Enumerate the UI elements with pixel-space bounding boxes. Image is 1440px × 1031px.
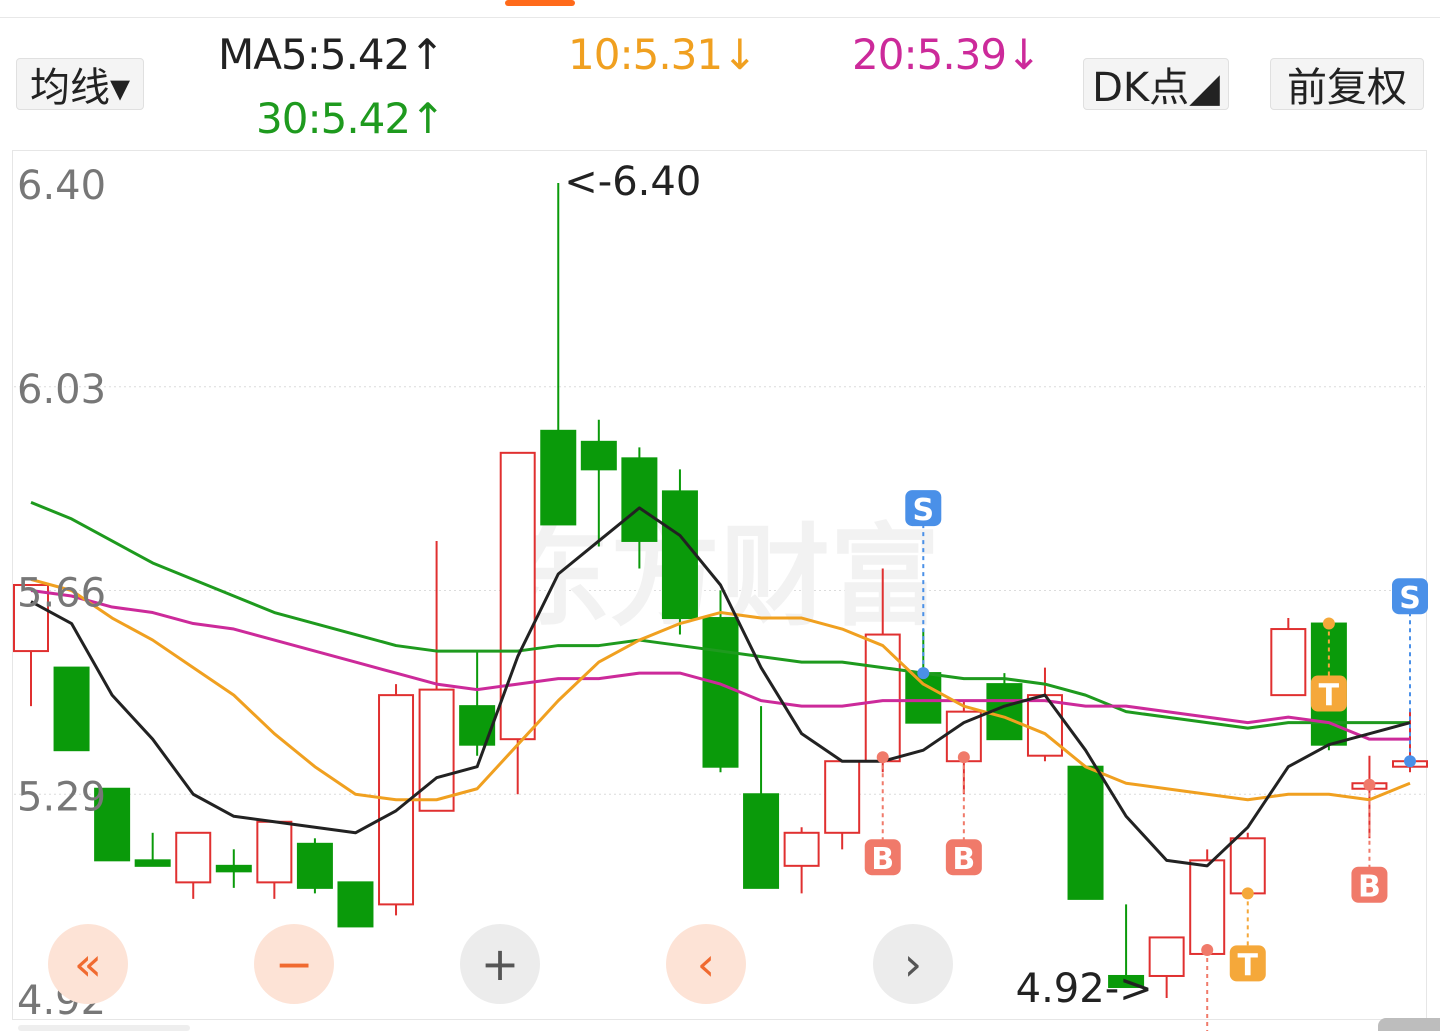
y-tick-label: 5.29 bbox=[17, 774, 106, 820]
candle-body bbox=[1067, 765, 1104, 900]
marker-dot bbox=[917, 667, 930, 680]
candle-body bbox=[540, 429, 577, 526]
candle-body bbox=[1026, 694, 1063, 757]
marker-label: S bbox=[1399, 581, 1421, 616]
marker-label: T bbox=[1319, 679, 1340, 714]
candle-body bbox=[661, 490, 698, 620]
min-price-label: 4.92-> bbox=[1016, 966, 1153, 1012]
candle-body bbox=[783, 831, 820, 867]
candle-body bbox=[418, 688, 455, 812]
marker-dot bbox=[1241, 887, 1254, 900]
candle-body bbox=[905, 672, 942, 724]
candle-body bbox=[134, 859, 171, 867]
candle-body bbox=[459, 705, 496, 746]
next-button[interactable]: › bbox=[873, 924, 953, 1004]
scroll-track bbox=[18, 1025, 190, 1031]
marker-dot bbox=[957, 751, 970, 764]
candle-body bbox=[702, 617, 739, 768]
candle-body bbox=[621, 457, 658, 542]
marker-label: B bbox=[952, 842, 975, 877]
candle-body bbox=[864, 633, 901, 763]
marker-label: B bbox=[1358, 870, 1381, 905]
candle-body bbox=[256, 820, 293, 884]
y-tick-label: 6.03 bbox=[17, 367, 106, 413]
y-tick-label: 5.66 bbox=[17, 571, 106, 617]
candle-body bbox=[215, 864, 252, 873]
marker-dot bbox=[876, 751, 889, 764]
candlestick-chart[interactable]: 东方财富SBBBTTBS6.406.035.665.294.92<-6.404.… bbox=[0, 0, 1440, 1031]
candle-body bbox=[1189, 859, 1226, 955]
scroll-handle[interactable] bbox=[1378, 1018, 1440, 1031]
marker-label: S bbox=[912, 493, 934, 528]
y-tick-label: 6.40 bbox=[17, 163, 106, 209]
zoom-out-button[interactable]: − bbox=[254, 924, 334, 1004]
marker-dot bbox=[1404, 755, 1416, 768]
candle-body bbox=[1270, 628, 1307, 697]
marker-dot bbox=[1322, 617, 1335, 630]
marker-dot bbox=[1201, 943, 1214, 956]
candle-body bbox=[743, 793, 780, 889]
candle-body bbox=[1148, 936, 1185, 977]
candle-body bbox=[499, 451, 536, 741]
candle-body bbox=[296, 842, 333, 889]
zoom-in-button[interactable]: + bbox=[460, 924, 540, 1004]
candle-body bbox=[337, 881, 374, 928]
marker-label: T bbox=[1238, 948, 1259, 983]
marker-dot bbox=[1363, 778, 1376, 791]
candle-body bbox=[53, 666, 90, 752]
candle-body bbox=[175, 831, 212, 884]
candle-body bbox=[580, 440, 617, 471]
rewind-button[interactable]: « bbox=[48, 924, 128, 1004]
max-price-label: <-6.40 bbox=[564, 159, 701, 205]
candle-body bbox=[1229, 837, 1266, 895]
marker-label: B bbox=[871, 842, 894, 877]
candle-body bbox=[824, 760, 861, 834]
prev-button[interactable]: ‹ bbox=[666, 924, 746, 1004]
